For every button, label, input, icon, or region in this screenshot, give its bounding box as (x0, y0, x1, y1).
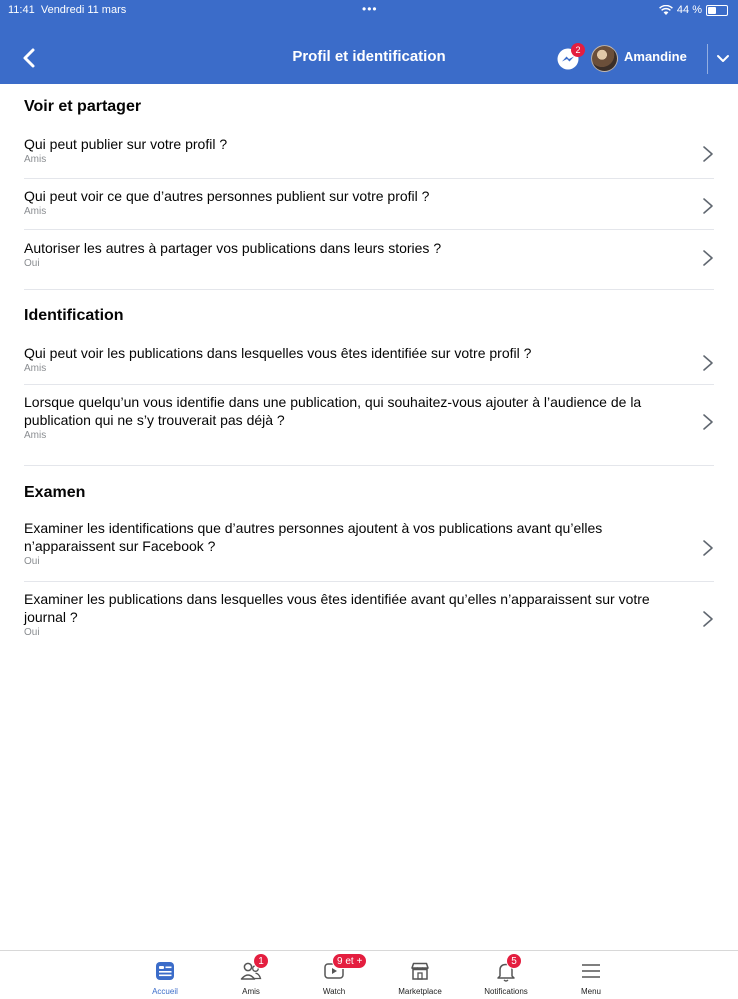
tab-accueil[interactable]: Accueil (125, 951, 205, 999)
setting-row-title: Autoriser les autres à partager vos publ… (24, 240, 442, 256)
setting-row[interactable]: Examiner les identifications que d’autre… (24, 519, 714, 567)
tab-label: Accueil (152, 987, 178, 996)
battery-fill (708, 6, 716, 14)
watch-badge: 9 et + (332, 953, 368, 969)
setting-row-title: Qui peut voir les publications dans lesq… (24, 345, 532, 361)
setting-row-title: Qui peut voir ce que d’autres personnes … (24, 188, 430, 204)
setting-row[interactable]: Qui peut publier sur votre profil ? Amis (24, 135, 714, 165)
avatar[interactable] (591, 45, 618, 72)
setting-row-value: Amis (24, 206, 47, 217)
setting-row[interactable]: Lorsque quelqu’un vous identifie dans un… (24, 393, 714, 441)
row-divider (24, 178, 714, 179)
chevron-right-icon (703, 355, 713, 371)
home-feed-icon (156, 962, 174, 980)
nav-divider (707, 44, 708, 74)
row-divider (24, 581, 714, 582)
status-date: Vendredi 11 mars (40, 4, 127, 16)
notifications-badge: 5 (506, 953, 522, 969)
app-header: 11:41 Vendredi 11 mars ••• 44 % Profil e… (0, 0, 738, 84)
row-divider (24, 384, 714, 385)
section-divider (24, 465, 714, 466)
marketplace-shop-icon (411, 962, 429, 980)
hamburger-menu-icon (582, 964, 600, 978)
chevron-right-icon (703, 250, 713, 266)
section-title-examen: Examen (24, 484, 86, 501)
tab-label: Notifications (484, 987, 528, 996)
multitask-dots[interactable]: ••• (362, 2, 378, 16)
nav-bar: Profil et identification 2 Amandine (0, 30, 738, 84)
status-right: 44 % (658, 4, 728, 16)
bottom-tab-bar: Accueil 1 Amis 9 et + Watch Marketplace (0, 950, 738, 999)
tab-notifications[interactable]: 5 Notifications (466, 951, 546, 999)
setting-row-value: Amis (24, 430, 47, 441)
setting-row[interactable]: Examiner les publications dans lesquelle… (24, 590, 714, 638)
setting-row-value: Amis (24, 154, 47, 165)
setting-row[interactable]: Qui peut voir les publications dans lesq… (24, 344, 714, 374)
chevron-right-icon (703, 611, 713, 627)
user-name[interactable]: Amandine (624, 49, 687, 64)
tab-watch[interactable]: 9 et + Watch (294, 951, 374, 999)
chevron-right-icon (703, 198, 713, 214)
setting-row-value: Oui (24, 258, 40, 269)
section-divider (24, 289, 714, 290)
setting-row[interactable]: Qui peut voir ce que d’autres personnes … (24, 187, 714, 217)
battery-percent: 44 % (676, 4, 702, 16)
chevron-down-icon[interactable] (713, 48, 733, 68)
tab-amis[interactable]: 1 Amis (211, 951, 291, 999)
tab-label: Marketplace (398, 987, 442, 996)
tab-menu[interactable]: Menu (551, 951, 631, 999)
status-bar: 11:41 Vendredi 11 mars ••• 44 % (0, 0, 738, 30)
messenger-badge: 2 (571, 43, 585, 57)
chevron-right-icon (703, 540, 713, 556)
setting-row[interactable]: Autoriser les autres à partager vos publ… (24, 239, 714, 269)
status-time: 11:41 (8, 4, 35, 16)
setting-row-value: Oui (24, 627, 40, 638)
setting-row-value: Amis (24, 363, 47, 374)
tab-label: Amis (242, 987, 260, 996)
tab-marketplace[interactable]: Marketplace (380, 951, 460, 999)
tab-label: Menu (580, 987, 601, 996)
battery-icon (706, 4, 728, 16)
wifi-icon (658, 4, 673, 15)
section-title-identification: Identification (24, 307, 124, 324)
section-title-voir-partager: Voir et partager (24, 98, 142, 115)
setting-row-value: Oui (24, 556, 40, 567)
chevron-right-icon (703, 414, 713, 430)
setting-row-title: Examiner les identifications que d’autre… (24, 520, 603, 554)
setting-row-title: Qui peut publier sur votre profil ? (24, 136, 228, 152)
setting-row-title: Examiner les publications dans lesquelle… (24, 591, 650, 625)
setting-row-title: Lorsque quelqu’un vous identifie dans un… (24, 394, 642, 428)
chevron-right-icon (703, 146, 713, 162)
tab-label: Watch (322, 987, 346, 996)
status-time-date: 11:41 Vendredi 11 mars (8, 4, 126, 16)
friends-badge: 1 (253, 953, 269, 969)
row-divider (24, 229, 714, 230)
